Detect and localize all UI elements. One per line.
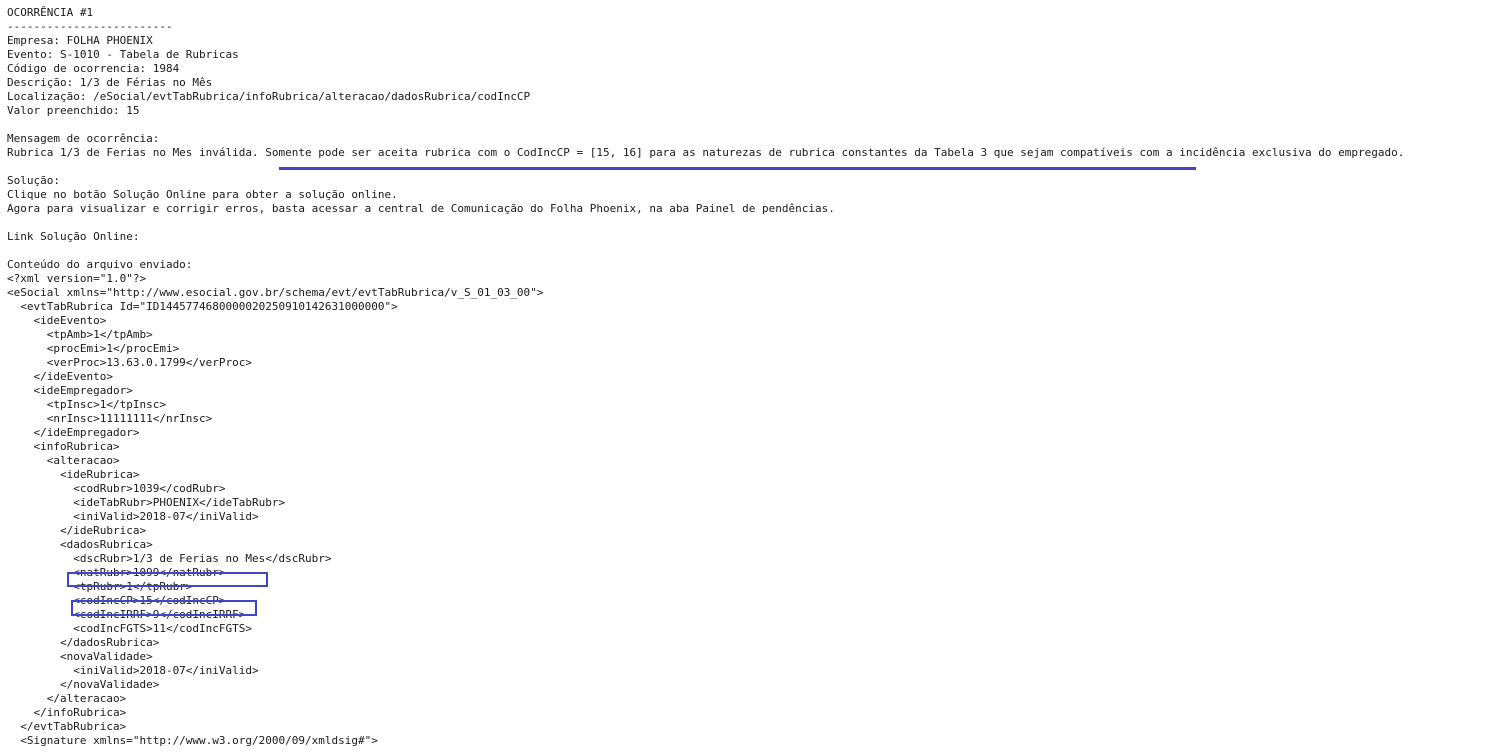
text-line: Descrição: 1/3 de Férias no Mês bbox=[7, 76, 213, 89]
highlight-box-natrubr bbox=[67, 572, 268, 587]
text-line: <ideTabRubr>PHOENIX</ideTabRubr> bbox=[7, 496, 286, 509]
text-line: </ideEmpregador> bbox=[7, 426, 140, 439]
text-line: <codRubr>1039</codRubr> bbox=[7, 482, 226, 495]
text-line: <iniValid>2018-07</iniValid> bbox=[7, 510, 259, 523]
text-line: </infoRubrica> bbox=[7, 706, 127, 719]
text-line bbox=[7, 244, 1404, 258]
text-line: <novaValidade> bbox=[7, 650, 153, 663]
document-lines: -------------------------OCORRÊNCIA #1--… bbox=[7, 0, 1404, 748]
text-line: <codIncFGTS>11</codIncFGTS> bbox=[7, 622, 253, 635]
text-line: Agora para visualizar e corrigir erros, … bbox=[7, 202, 835, 215]
text-line: <?xml version="1.0"?> bbox=[7, 272, 147, 285]
text-line: <tpInsc>1</tpInsc> bbox=[7, 398, 166, 411]
text-line: <dadosRubrica> bbox=[7, 538, 153, 551]
text-line: Link Solução Online: bbox=[7, 230, 140, 243]
text-line bbox=[7, 216, 1404, 230]
text-line: </ideRubrica> bbox=[7, 524, 147, 537]
text-line: </ideEvento> bbox=[7, 370, 113, 383]
text-line: <iniValid>2018-07</iniValid> bbox=[7, 664, 259, 677]
text-line: Empresa: FOLHA PHOENIX bbox=[7, 34, 153, 47]
text-line: </novaValidade> bbox=[7, 678, 160, 691]
text-line: </evtTabRubrica> bbox=[7, 720, 127, 733]
text-line: <tpAmb>1</tpAmb> bbox=[7, 328, 153, 341]
text-line: Clique no botão Solução Online para obte… bbox=[7, 188, 398, 201]
text-line: <procEmi>1</procEmi> bbox=[7, 342, 180, 355]
text-line: Conteúdo do arquivo enviado: bbox=[7, 258, 193, 271]
text-line: <eSocial xmlns="http://www.esocial.gov.b… bbox=[7, 286, 544, 299]
text-line: Localização: /eSocial/evtTabRubrica/info… bbox=[7, 90, 531, 103]
text-line: OCORRÊNCIA #1 bbox=[7, 6, 94, 19]
text-line: <alteracao> bbox=[7, 454, 120, 467]
text-line: <ideEmpregador> bbox=[7, 384, 133, 397]
text-line: <nrInsc>11111111</nrInsc> bbox=[7, 412, 213, 425]
text-line: </alteracao> bbox=[7, 692, 127, 705]
text-line: <verProc>13.63.0.1799</verProc> bbox=[7, 356, 253, 369]
text-line: ------------------------- bbox=[7, 20, 173, 33]
text-line: Código de ocorrencia: 1984 bbox=[7, 62, 180, 75]
text-line: Valor preenchido: 15 bbox=[7, 104, 140, 117]
text-line: Evento: S-1010 - Tabela de Rubricas bbox=[7, 48, 239, 61]
text-editor-area[interactable]: -------------------------OCORRÊNCIA #1--… bbox=[0, 0, 1490, 755]
text-line: <evtTabRubrica Id="ID1445774680000020250… bbox=[7, 300, 398, 313]
text-line: Solução: bbox=[7, 174, 60, 187]
text-line: </dadosRubrica> bbox=[7, 636, 160, 649]
text-line: <dscRubr>1/3 de Ferias no Mes</dscRubr> bbox=[7, 552, 332, 565]
text-line: <ideEvento> bbox=[7, 314, 107, 327]
highlight-underline bbox=[279, 167, 1196, 170]
text-line: Rubrica 1/3 de Ferias no Mes inválida. S… bbox=[7, 146, 1405, 159]
text-line: <infoRubrica> bbox=[7, 440, 120, 453]
highlight-box-codinccp bbox=[71, 600, 257, 616]
text-line: <Signature xmlns="http://www.w3.org/2000… bbox=[7, 734, 378, 747]
text-line bbox=[7, 118, 1404, 132]
text-line: Mensagem de ocorrência: bbox=[7, 132, 160, 145]
text-line: <ideRubrica> bbox=[7, 468, 140, 481]
